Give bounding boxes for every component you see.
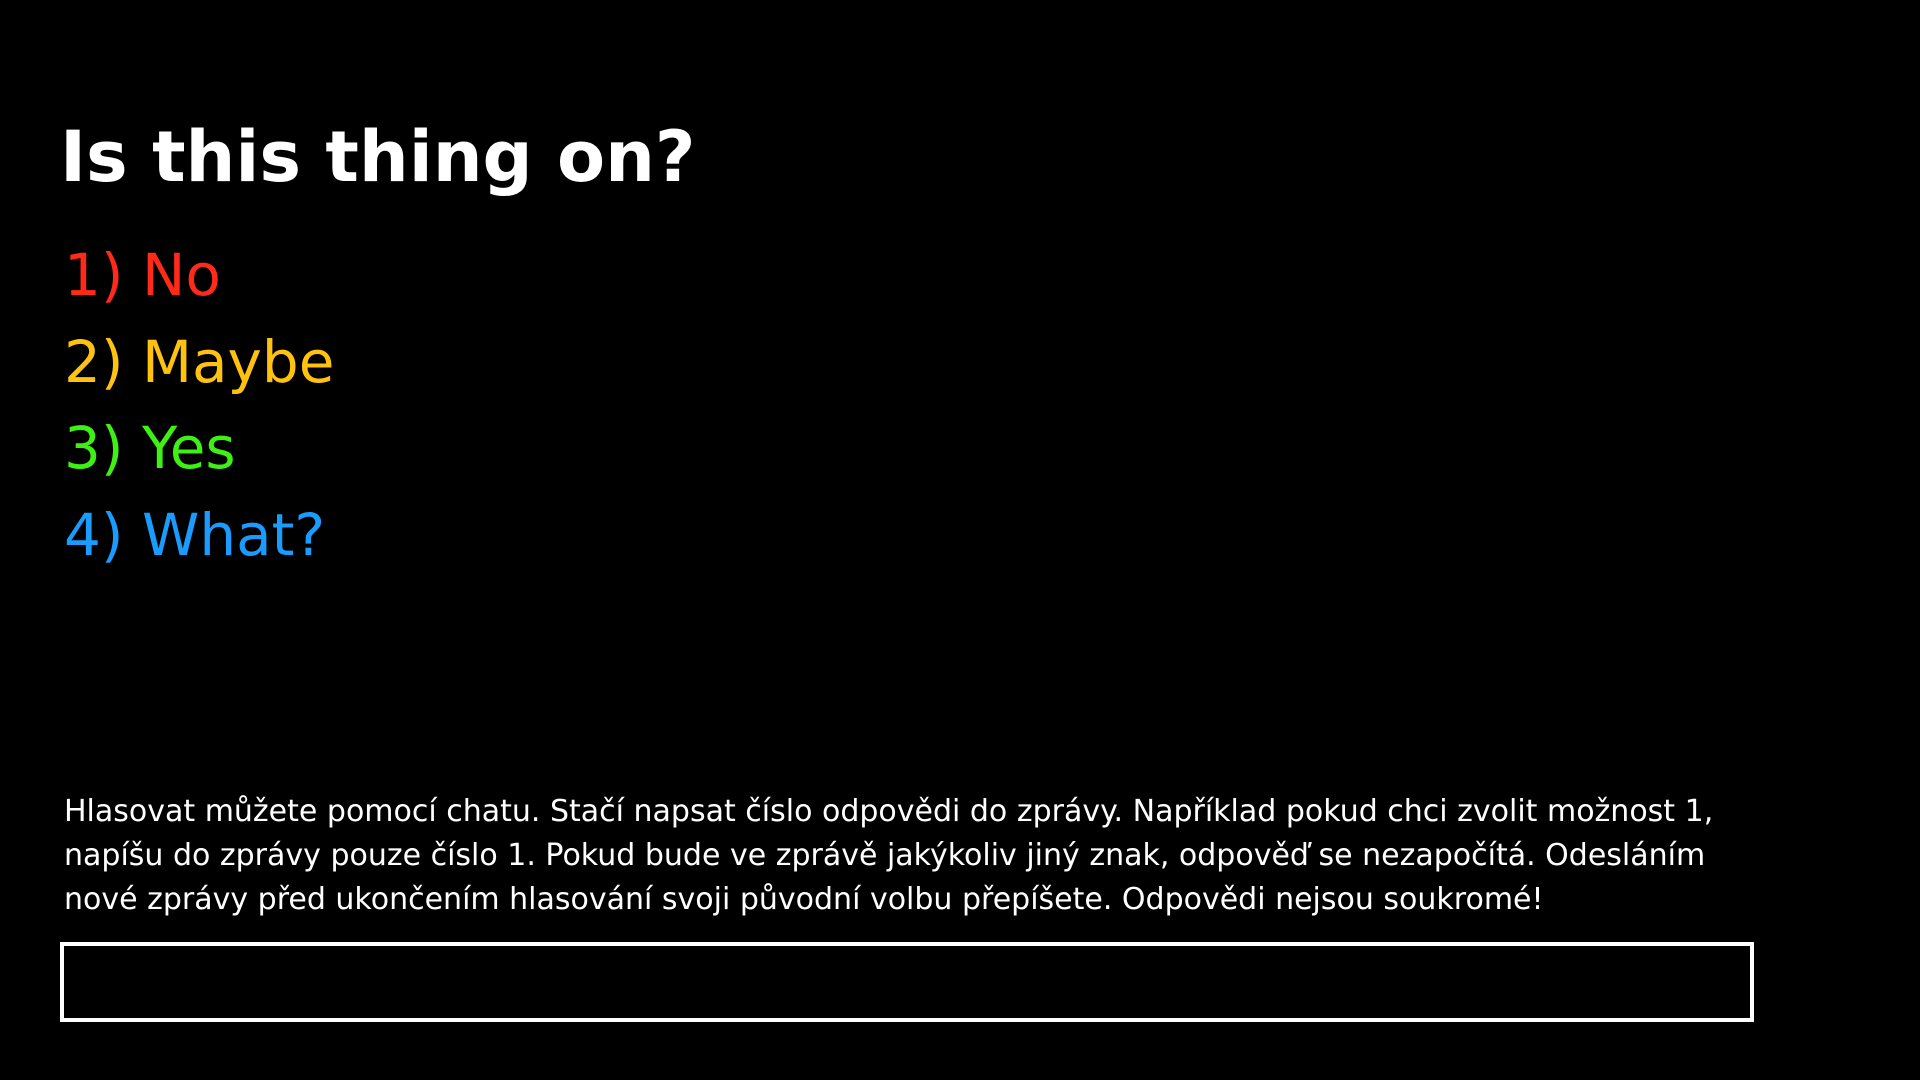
- vote-progress-bar: [60, 942, 1754, 1022]
- poll-screen: Is this thing on? 1) No 2) Maybe 3) Yes …: [0, 0, 1920, 1080]
- poll-option-3: 3) Yes: [64, 414, 236, 482]
- poll-option-4: 4) What?: [64, 500, 326, 569]
- poll-question: Is this thing on?: [60, 116, 696, 198]
- voting-instructions: Hlasovat můžete pomocí chatu. Stačí naps…: [64, 794, 1714, 917]
- poll-options: 1) No 2) Maybe 3) Yes 4) What?: [64, 232, 334, 578]
- poll-option-1: 1) No: [64, 241, 221, 309]
- poll-option-2: 2) Maybe: [64, 327, 335, 396]
